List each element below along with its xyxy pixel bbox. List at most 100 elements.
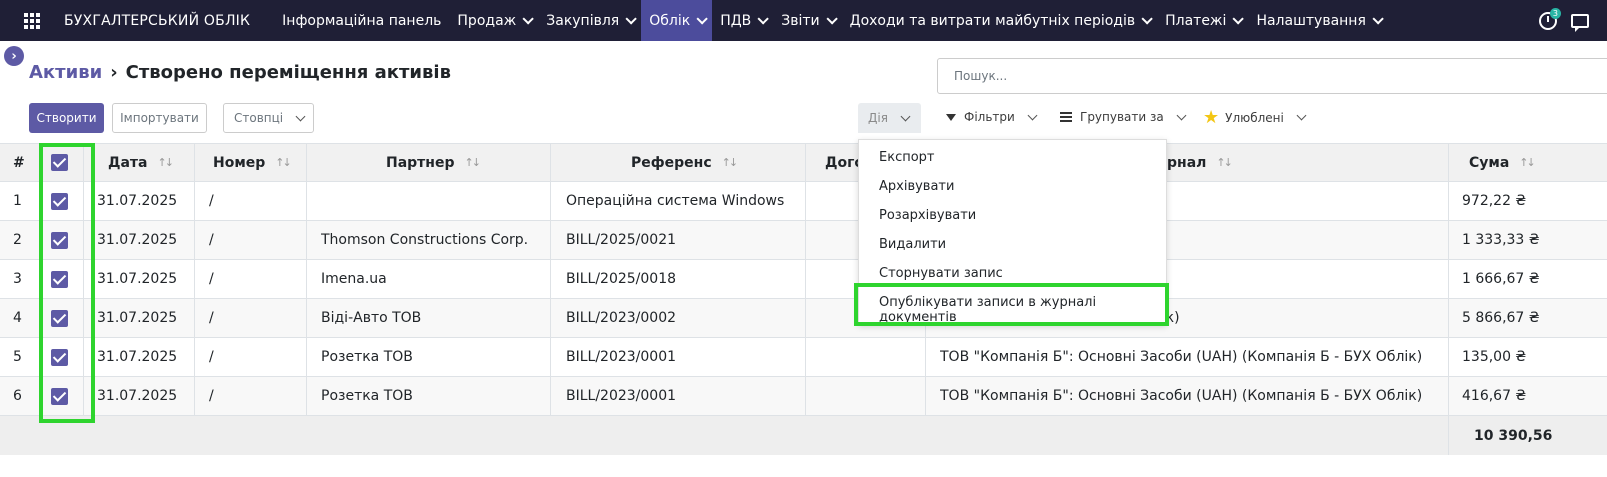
breadcrumb: Активи › Створено переміщення активів [29,62,451,83]
favorites-label: Улюблені [1225,110,1284,125]
chevron-down-icon [757,12,770,25]
row-date: 31.07.2025 [97,193,178,209]
menu-item-highlight-box [854,283,1169,326]
filters-toggle[interactable]: Фільтри [946,110,1038,124]
row-amount: 1 333,33 ₴ [1462,232,1540,248]
col-partner-header[interactable]: Партнер ↑↓ [386,144,479,181]
menu-item-reverse-entry[interactable]: Сторнувати запис [879,266,1003,281]
sort-icon: ↑↓ [721,156,737,169]
search-placeholder: Пошук... [954,69,1008,83]
row-doc-number: / [209,310,214,326]
col-date-header[interactable]: Дата ↑↓ [108,144,172,181]
row-partner: Thomson Constructions Corp. [321,232,529,248]
favorites-toggle[interactable]: ★ Улюблені [1203,107,1307,128]
groupby-toggle[interactable]: Групувати за [1060,110,1187,124]
menu-reports[interactable]: Звіти [773,0,841,41]
row-amount: 5 866,67 ₴ [1462,310,1540,326]
table-header: # Дата ↑↓ Номер ↑↓ Партнер ↑↓ Референс ↑↓ До… [0,143,1607,182]
chevron-down-icon [625,12,638,25]
import-button[interactable]: Імпортувати [112,103,207,133]
table-row[interactable]: 5 31.07.2025 / Розетка ТОВ BILL/2023/0001 ТОВ… [0,338,1607,377]
row-reference: BILL/2023/0001 [566,388,677,404]
breadcrumb-separator-icon: › [110,62,118,83]
row-reference: BILL/2023/0001 [566,349,677,365]
search-input[interactable]: Пошук... [937,58,1607,94]
groupby-label: Групувати за [1080,110,1164,124]
menu-payments[interactable]: Платежі [1157,0,1248,41]
breadcrumb-parent[interactable]: Активи [29,62,102,83]
menu-dashboard[interactable]: Інформаційна панель [274,0,449,41]
menu-deferred[interactable]: Доходи та витрати майбутніх періодів [842,0,1157,41]
row-doc-number: / [209,232,214,248]
menu-settings[interactable]: Налаштування [1248,0,1387,41]
chevron-down-icon [900,111,911,121]
row-doc-number: / [209,271,214,287]
row-amount: 972,22 ₴ [1462,193,1527,209]
menu-item-archive[interactable]: Архівувати [879,179,954,194]
chevron-down-icon [295,111,306,121]
menu-purchase[interactable]: Закупівля [538,0,641,41]
chevron-down-icon [1232,12,1245,25]
activity-badge: 3 [1549,7,1561,19]
menu-item-delete[interactable]: Видалити [879,237,946,252]
filter-icon [946,113,956,121]
table-row[interactable]: 131.07.2025/Операційна система Windowsмп… [0,182,1607,221]
chevron-down-icon [1176,110,1187,120]
menu-accounting[interactable]: Облік [641,0,713,41]
filters-label: Фільтри [964,110,1015,124]
col-journal-header[interactable]: рнал ↑↓ [1167,144,1231,181]
col-number-header[interactable]: Номер ↑↓ [213,144,290,181]
menu-sales[interactable]: Продаж [449,0,538,41]
row-number: 3 [13,271,22,287]
row-doc-number: / [209,349,214,365]
row-number: 6 [13,388,22,404]
row-partner: Розетка ТОВ [321,349,413,365]
activity-clock-icon[interactable]: 3 [1539,7,1561,30]
chat-icon[interactable] [1571,13,1589,32]
top-navbar: БУХГАЛТЕРСЬКИЙ ОБЛІК Інформаційна панель… [0,0,1607,41]
chevron-right-icon[interactable]: › [4,46,24,66]
row-amount: 1 666,67 ₴ [1462,271,1540,287]
row-doc-number: / [209,193,214,209]
checkbox-highlight-box [39,143,95,423]
chevron-down-icon [522,12,535,25]
row-partner: Розетка ТОВ [321,388,413,404]
apps-menu-icon[interactable] [0,0,64,41]
table-row[interactable]: 331.07.2025/Imena.uaBILL/2025/0018мпанія… [0,260,1607,299]
columns-label: Стовпці [234,111,284,125]
chevron-down-icon [1141,12,1153,25]
table-row[interactable]: 2 31.07.2025 / Thomson Constructions Corp. B… [0,221,1607,260]
row-reference: Операційна система Windows [566,193,785,209]
columns-button[interactable]: Стовпці [223,103,314,133]
action-button[interactable]: Дія [858,103,921,133]
col-num-header: # [13,154,25,171]
sort-icon: ↑↓ [464,156,479,169]
chevron-down-icon [826,12,838,25]
sort-icon: ↑↓ [275,156,290,169]
row-date: 31.07.2025 [97,271,178,287]
col-reference-header[interactable]: Референс ↑↓ [631,144,736,181]
sort-icon: ↑↓ [1216,156,1231,169]
menu-item-export[interactable]: Експорт [879,150,935,165]
chevron-down-icon [696,12,708,25]
table-row[interactable]: 6 31.07.2025 / Розетка ТОВ BILL/2023/0001 ТОВ… [0,377,1607,416]
row-amount: 416,67 ₴ [1462,388,1527,404]
table-row[interactable]: 431.07.2025/Віді-Авто ТОВBILL/2023/0002и… [0,299,1607,338]
row-journal: ТОВ "Компанія Б": Основні Засоби (UAH) (… [940,388,1423,404]
app-brand[interactable]: БУХГАЛТЕРСЬКИЙ ОБЛІК [64,13,274,29]
menu-item-unarchive[interactable]: Розархівувати [879,208,976,223]
total-amount: 10 390,56 [1474,427,1553,444]
row-date: 31.07.2025 [97,310,178,326]
sort-icon: ↑↓ [157,156,172,169]
list-icon [1060,112,1072,122]
col-amount-header[interactable]: Сума ↑↓ [1469,144,1534,181]
menu-vat[interactable]: ПДВ [712,0,773,41]
row-number: 2 [13,232,22,248]
row-reference: BILL/2025/0021 [566,232,677,248]
row-partner: Imena.ua [321,271,387,287]
row-amount: 135,00 ₴ [1462,349,1527,365]
create-button[interactable]: Створити [29,103,104,133]
row-journal: ТОВ "Компанія Б": Основні Засоби (UAH) (… [940,349,1423,365]
chevron-down-icon [1372,12,1384,25]
row-number: 1 [13,193,22,209]
